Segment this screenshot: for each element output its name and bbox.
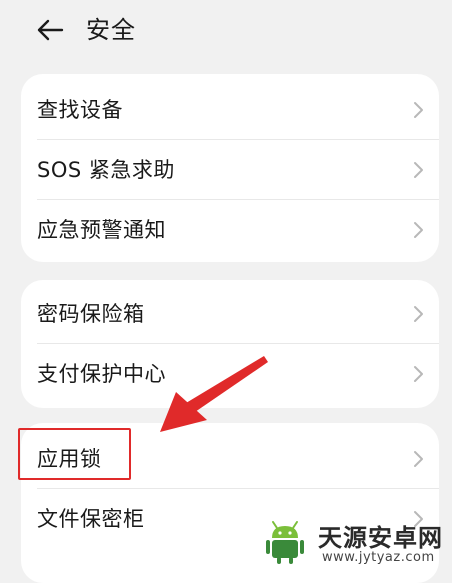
chevron-right-icon [414, 511, 423, 527]
settings-item-label: SOS 紧急求助 [37, 158, 175, 182]
settings-item-sos[interactable]: SOS 紧急求助 [21, 140, 439, 200]
header-bar: 安全 [0, 0, 452, 62]
settings-item-app-lock[interactable]: 应用锁 [21, 429, 439, 489]
settings-item-emergency-alerts[interactable]: 应急预警通知 [21, 200, 439, 260]
settings-group-1: 查找设备 SOS 紧急求助 应急预警通知 [21, 74, 439, 262]
settings-item-file-safe[interactable]: 文件保密柜 [21, 489, 439, 549]
settings-group-3: 应用锁 文件保密柜 [21, 423, 439, 583]
chevron-right-icon [414, 366, 423, 382]
settings-item-label: 文件保密柜 [37, 507, 145, 531]
settings-group-2: 密码保险箱 支付保护中心 [21, 280, 439, 408]
chevron-right-icon [414, 222, 423, 238]
page-title: 安全 [86, 16, 136, 44]
settings-item-payment-protection[interactable]: 支付保护中心 [21, 344, 439, 404]
chevron-right-icon [414, 102, 423, 118]
settings-item-label: 应急预警通知 [37, 218, 166, 242]
settings-item-password-vault[interactable]: 密码保险箱 [21, 284, 439, 344]
settings-item-find-device[interactable]: 查找设备 [21, 80, 439, 140]
chevron-right-icon [414, 306, 423, 322]
settings-item-label: 应用锁 [37, 447, 102, 471]
settings-item-label: 密码保险箱 [37, 302, 145, 326]
arrow-left-icon[interactable] [34, 14, 66, 46]
security-settings-page: 安全 查找设备 SOS 紧急求助 应急预警通知 密码保险箱 支付保护中心 应用锁… [0, 0, 452, 583]
chevron-right-icon [414, 451, 423, 467]
settings-item-label: 查找设备 [37, 98, 123, 122]
chevron-right-icon [414, 162, 423, 178]
settings-item-label: 支付保护中心 [37, 362, 166, 386]
